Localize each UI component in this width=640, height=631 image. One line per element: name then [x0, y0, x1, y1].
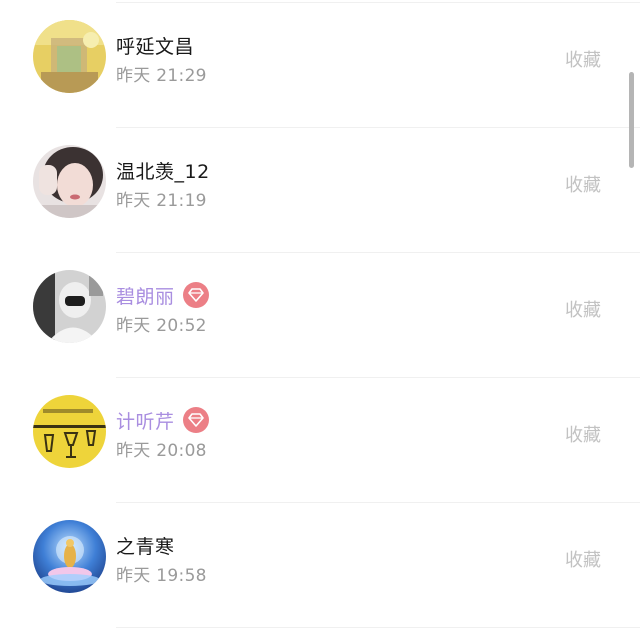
list-item[interactable]: 计听芹 昨天 20:08 收藏 [0, 377, 640, 501]
visit-time: 昨天 19:58 [116, 566, 207, 586]
avatar-photo-icon [33, 270, 106, 343]
list-item[interactable]: 呼延文昌 昨天 21:29 收藏 [0, 2, 640, 126]
list-item[interactable]: 温北羡_12 昨天 21:19 收藏 [0, 127, 640, 251]
favorite-button[interactable]: 收藏 [565, 546, 601, 572]
avatar[interactable] [33, 520, 106, 593]
visitor-list: 呼延文昌 昨天 21:29 收藏 温北羡_12 昨天 21:19 收藏 碧朗丽 … [0, 0, 640, 631]
list-item[interactable]: 之青寒 昨天 19:58 收藏 [0, 502, 640, 626]
favorite-button[interactable]: 收藏 [565, 421, 601, 447]
user-name[interactable]: 之青寒 [116, 532, 175, 559]
favorite-button[interactable]: 收藏 [565, 296, 601, 322]
diamond-icon [182, 282, 209, 308]
avatar-photo-icon [33, 145, 106, 218]
avatar[interactable] [33, 20, 106, 93]
scrollbar[interactable] [629, 72, 634, 168]
user-name[interactable]: 温北羡_12 [116, 157, 210, 184]
user-name[interactable]: 计听芹 [116, 407, 175, 434]
visit-time: 昨天 21:29 [116, 66, 207, 86]
user-name[interactable]: 碧朗丽 [116, 282, 175, 309]
visit-time: 昨天 20:08 [116, 441, 207, 461]
avatar-photo-icon [33, 520, 106, 593]
avatar[interactable] [33, 145, 106, 218]
diamond-icon [182, 407, 209, 433]
list-item[interactable]: 碧朗丽 昨天 20:52 收藏 [0, 252, 640, 376]
favorite-button[interactable]: 收藏 [565, 46, 601, 72]
visit-time: 昨天 21:19 [116, 191, 207, 211]
avatar[interactable] [33, 395, 106, 468]
avatar[interactable] [33, 270, 106, 343]
favorite-button[interactable]: 收藏 [565, 171, 601, 197]
visit-time: 昨天 20:52 [116, 316, 207, 336]
avatar-photo-icon [33, 395, 106, 468]
user-name[interactable]: 呼延文昌 [116, 32, 194, 59]
avatar-photo-icon [33, 20, 106, 93]
divider [116, 627, 640, 628]
